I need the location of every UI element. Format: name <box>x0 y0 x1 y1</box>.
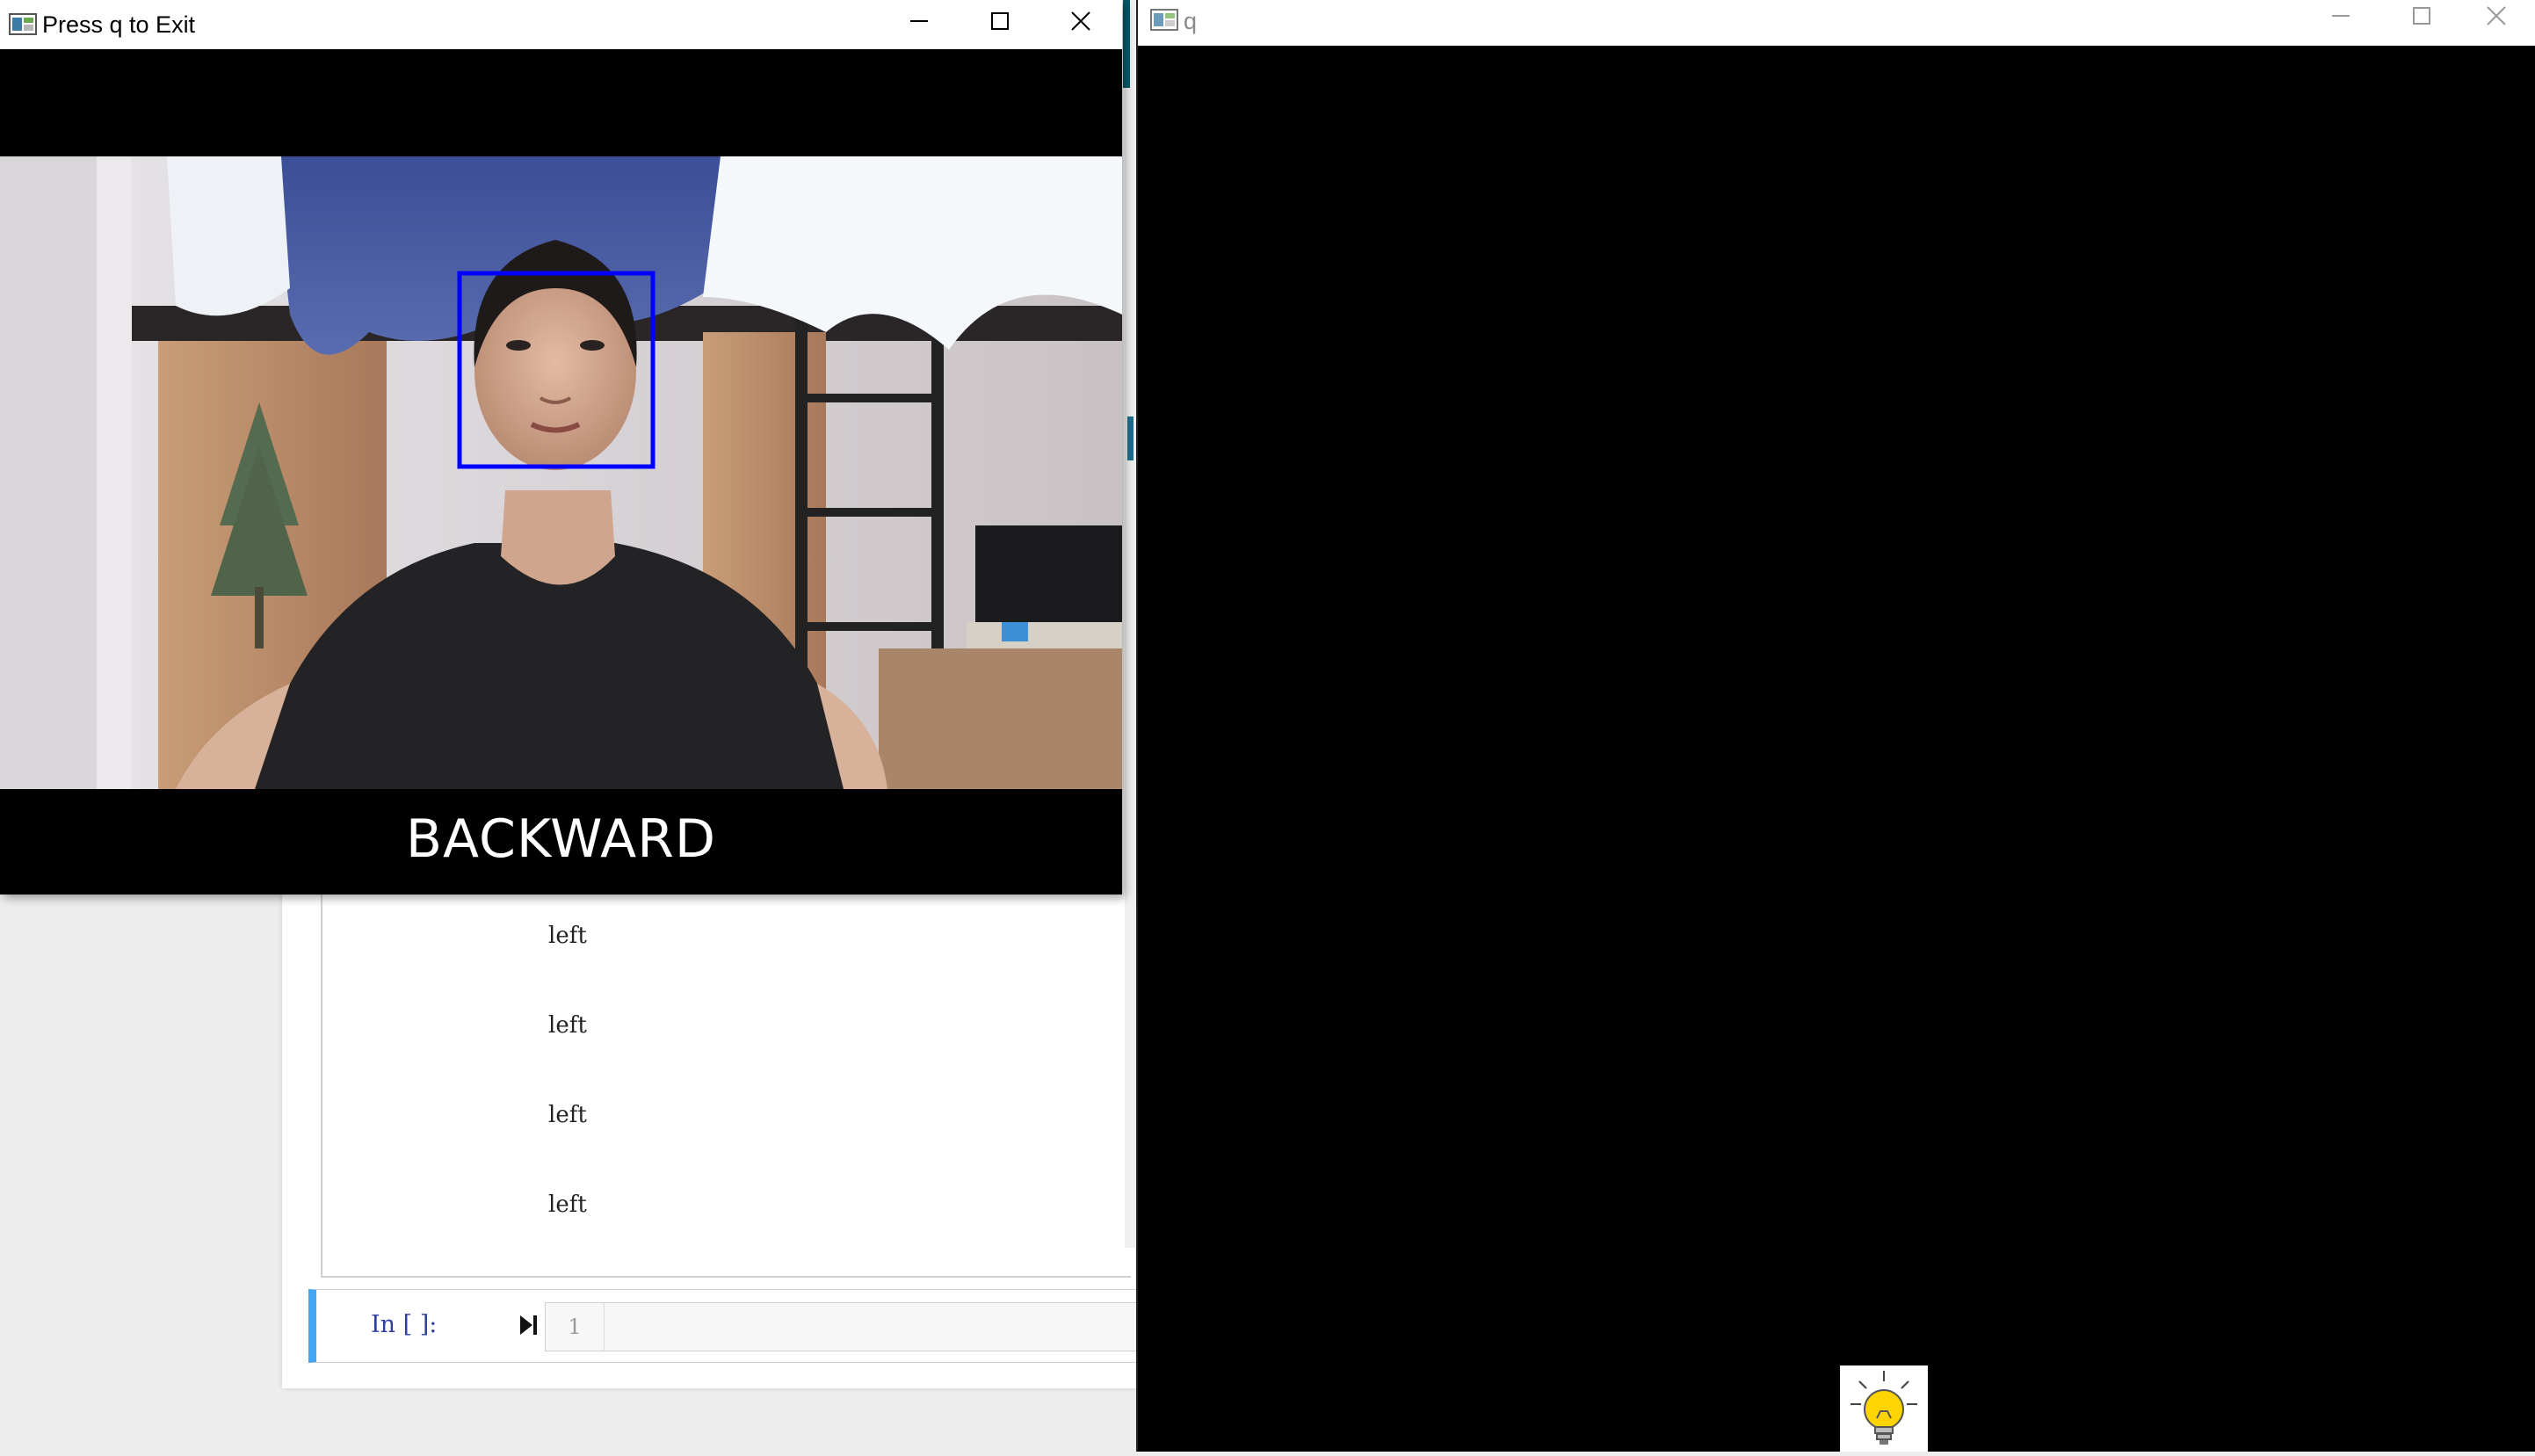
output-line: left <box>548 1012 587 1039</box>
output-line: left <box>548 1102 587 1128</box>
maximize-button[interactable] <box>960 0 1040 42</box>
webcam-feed <box>0 156 1122 789</box>
window-app-icon <box>1150 7 1178 32</box>
window-app-icon <box>9 11 37 36</box>
output-line: left <box>548 1192 587 1218</box>
maximize-button[interactable] <box>2381 0 2462 37</box>
camera-window[interactable]: Press q to Exit BACKWARD <box>0 0 1122 895</box>
window-title: q <box>1184 8 1198 34</box>
camera-window-titlebar[interactable]: Press q to Exit <box>0 0 1122 49</box>
lightbulb-icon[interactable] <box>1840 1365 1928 1452</box>
q-window-titlebar[interactable]: q <box>1138 0 2535 46</box>
window-title: Press q to Exit <box>42 11 196 38</box>
output-line: left <box>548 923 587 949</box>
minimize-button[interactable] <box>2300 0 2381 37</box>
code-cell[interactable]: In [ ]: 1 <box>308 1289 1147 1363</box>
webcam-frame-image <box>0 156 1122 789</box>
scrollbar-thumb[interactable] <box>1127 417 1134 460</box>
close-button[interactable] <box>2456 0 2535 37</box>
q-window[interactable]: q <box>1136 0 2535 1452</box>
run-cell-icon[interactable] <box>515 1312 541 1338</box>
close-button[interactable] <box>1040 0 1121 42</box>
scrollbar-accent <box>1123 0 1130 88</box>
minimize-button[interactable] <box>879 0 960 42</box>
line-number: 1 <box>546 1303 605 1351</box>
input-prompt: In [ ]: <box>371 1311 438 1338</box>
code-input[interactable]: 1 <box>545 1302 1146 1351</box>
direction-status-label: BACKWARD <box>405 808 717 870</box>
notebook-scrollbar[interactable] <box>1125 0 1135 1248</box>
cell-output-area: left left left left left <box>321 844 1131 1278</box>
